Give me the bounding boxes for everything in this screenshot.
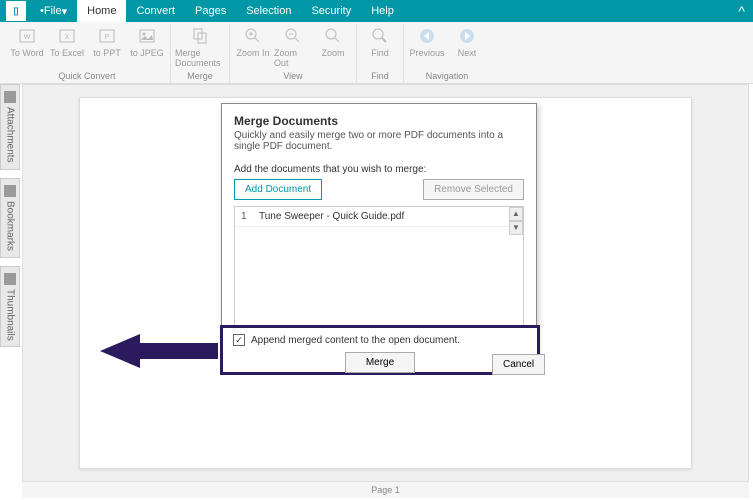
to-ppt-button[interactable]: P to PPT (88, 24, 126, 58)
ribbon-group-label: View (283, 70, 302, 83)
dialog-title: Merge Documents (234, 114, 524, 128)
to-jpeg-button[interactable]: to JPEG (128, 24, 166, 58)
merge-button[interactable]: Merge (345, 352, 415, 373)
next-button[interactable]: Next (448, 24, 486, 58)
svg-text:P: P (105, 34, 110, 41)
dialog-subtitle: Quickly and easily merge two or more PDF… (234, 130, 524, 152)
app-icon: ▯ (6, 1, 26, 21)
sidetab-thumbnails[interactable]: Thumbnails (0, 266, 20, 348)
find-label: Find (371, 48, 389, 58)
merge-documents-label: Merge Documents (175, 48, 225, 68)
list-item-index: 1 (241, 211, 259, 222)
scroll-down-button[interactable]: ▼ (509, 221, 523, 235)
ribbon-group-label: Quick Convert (58, 70, 115, 83)
list-item-name: Tune Sweeper - Quick Guide.pdf (259, 211, 517, 222)
menu-file-label: File (44, 5, 62, 17)
previous-label: Previous (409, 48, 444, 58)
previous-button[interactable]: Previous (408, 24, 446, 58)
menu-file[interactable]: • File ▾ (30, 0, 77, 22)
add-document-button[interactable]: Add Document (234, 179, 322, 200)
ribbon-group-label: Find (371, 70, 389, 83)
svg-text:W: W (24, 34, 31, 41)
sidetab-thumbnails-label: Thumbnails (5, 289, 16, 341)
zoom-button[interactable]: Zoom (314, 24, 352, 58)
list-scroll: ▲ ▼ (509, 207, 523, 235)
append-checkbox-label: Append merged content to the open docume… (251, 335, 460, 346)
attachments-icon (4, 91, 16, 103)
to-jpeg-label: to JPEG (130, 48, 164, 58)
zoom-out-button[interactable]: Zoom Out (274, 24, 312, 68)
zoom-in-button[interactable]: Zoom In (234, 24, 272, 58)
sidetab-attachments-label: Attachments (5, 107, 16, 163)
zoom-label: Zoom (321, 48, 344, 58)
to-ppt-label: to PPT (93, 48, 121, 58)
zoom-in-icon (243, 26, 263, 46)
status-bar: Page 1 (22, 482, 749, 498)
zoom-out-label: Zoom Out (274, 48, 312, 68)
next-icon (457, 26, 477, 46)
menu-security[interactable]: Security (301, 0, 361, 22)
to-excel-label: To Excel (50, 48, 84, 58)
menu-home[interactable]: Home (77, 0, 126, 22)
find-icon (370, 26, 390, 46)
ribbon-group-merge: Merge Documents Merge (171, 24, 230, 83)
ribbon: W To Word X To Excel P to PPT to JPEG Qu… (0, 22, 753, 84)
previous-icon (417, 26, 437, 46)
jpeg-icon (137, 26, 157, 46)
ribbon-group-quick-convert: W To Word X To Excel P to PPT to JPEG Qu… (4, 24, 171, 83)
merge-documents-button[interactable]: Merge Documents (175, 24, 225, 68)
zoom-icon (323, 26, 343, 46)
dialog-add-label: Add the documents that you wish to merge… (222, 158, 536, 179)
zoom-out-icon (283, 26, 303, 46)
excel-icon: X (57, 26, 77, 46)
find-button[interactable]: Find (361, 24, 399, 58)
remove-selected-button[interactable]: Remove Selected (423, 179, 524, 200)
ribbon-group-label: Navigation (426, 70, 469, 83)
side-tabs: Attachments Bookmarks Thumbnails (0, 84, 20, 347)
sidetab-bookmarks-label: Bookmarks (5, 201, 16, 251)
list-item[interactable]: 1 Tune Sweeper - Quick Guide.pdf (235, 207, 523, 227)
sidetab-bookmarks[interactable]: Bookmarks (0, 178, 20, 258)
to-word-label: To Word (10, 48, 43, 58)
minimize-caret-icon[interactable]: ^ (738, 3, 745, 19)
sidetab-attachments[interactable]: Attachments (0, 84, 20, 170)
svg-text:X: X (65, 34, 70, 41)
cancel-button[interactable]: Cancel (492, 354, 545, 375)
menu-help[interactable]: Help (361, 0, 404, 22)
ribbon-group-view: Zoom In Zoom Out Zoom View (230, 24, 357, 83)
to-word-button[interactable]: W To Word (8, 24, 46, 58)
merge-icon (190, 26, 210, 46)
menu-selection[interactable]: Selection (236, 0, 301, 22)
document-list: 1 Tune Sweeper - Quick Guide.pdf ▲ ▼ (234, 206, 524, 326)
append-checkbox[interactable]: ✓ (233, 334, 245, 346)
word-icon: W (17, 26, 37, 46)
merge-documents-dialog: Merge Documents Quickly and easily merge… (221, 103, 537, 355)
menu-pages[interactable]: Pages (185, 0, 236, 22)
ribbon-group-find: Find Find (357, 24, 404, 83)
annotation-arrow-icon (100, 330, 220, 372)
zoom-in-label: Zoom In (236, 48, 269, 58)
ribbon-group-label: Merge (187, 70, 213, 83)
menu-convert[interactable]: Convert (126, 0, 185, 22)
next-label: Next (458, 48, 477, 58)
titlebar: ▯ • File ▾ Home Convert Pages Selection … (0, 0, 753, 22)
to-excel-button[interactable]: X To Excel (48, 24, 86, 58)
scroll-up-button[interactable]: ▲ (509, 207, 523, 221)
ppt-icon: P (97, 26, 117, 46)
ribbon-group-navigation: Previous Next Navigation (404, 24, 490, 83)
bookmarks-icon (4, 185, 16, 197)
thumbnails-icon (4, 273, 16, 285)
